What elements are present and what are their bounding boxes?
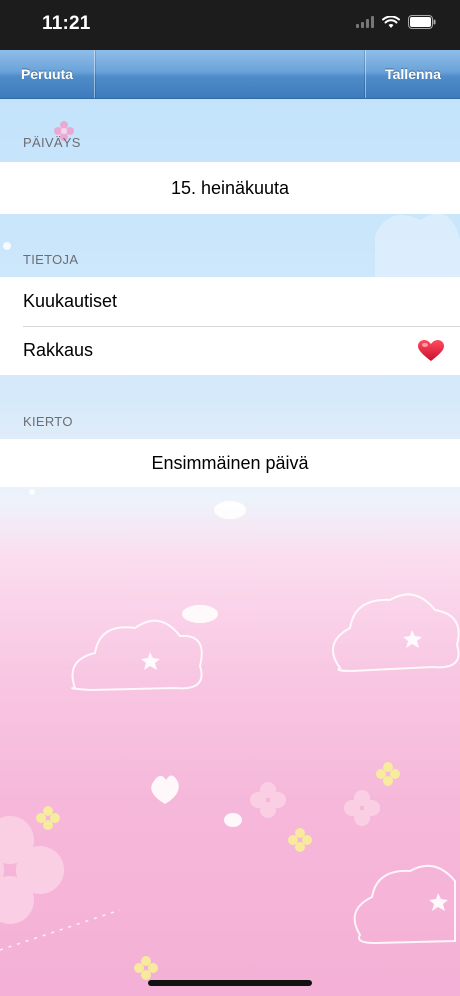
date-value: 15. heinäkuuta [170, 178, 290, 198]
info-section-header: TIETOJA [23, 252, 79, 267]
info-row-label: Rakkaus [23, 340, 94, 360]
status-icons [356, 15, 436, 29]
cancel-button[interactable]: Peruuta [0, 50, 95, 98]
cycle-section-header: KIERTO [23, 414, 73, 429]
save-button[interactable]: Tallenna [365, 50, 460, 98]
home-indicator [148, 980, 312, 986]
battery-icon [408, 15, 436, 29]
heart-icon [418, 340, 444, 361]
info-row-kuukautiset[interactable]: Kuukautiset [0, 277, 460, 326]
navigation-bar: Peruuta Tallenna [0, 50, 460, 99]
wifi-icon [382, 15, 400, 28]
info-row-rakkaus[interactable]: Rakkaus [0, 326, 460, 375]
status-time: 11:21 [42, 13, 91, 34]
info-row-label: Kuukautiset [23, 291, 118, 311]
cycle-value: Ensimmäinen päivä [151, 453, 309, 473]
status-bar: 11:21 [0, 0, 460, 50]
cycle-row[interactable]: Ensimmäinen päivä [0, 439, 460, 487]
date-section-header: PÄIVÄYS [23, 135, 81, 150]
signal-icon [356, 16, 374, 28]
date-row[interactable]: 15. heinäkuuta [0, 162, 460, 214]
